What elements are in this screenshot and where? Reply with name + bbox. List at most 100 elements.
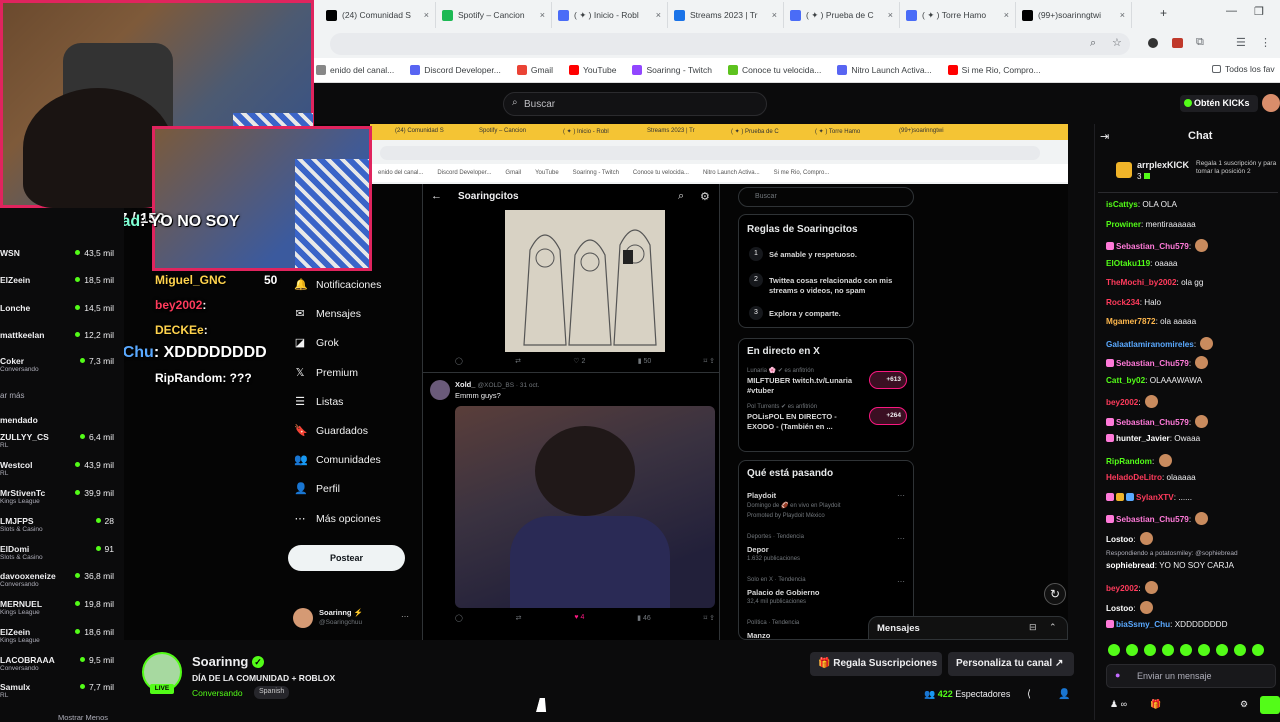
emote-icon[interactable] (1180, 644, 1192, 656)
browser-tab[interactable]: Spotify – Cancion × (436, 2, 552, 28)
chat-message[interactable]: biaSsmy_Chu: XDDDDDDDD (1106, 620, 1227, 629)
pinned-gifter[interactable]: arrplexKICK (1137, 160, 1189, 170)
bookmark-item[interactable]: Discord Developer... (410, 65, 501, 75)
emote-icon[interactable] (1108, 644, 1120, 656)
reply-icon[interactable]: ◯ (455, 357, 463, 365)
channel-row[interactable]: MERNUEL 19,8 mil Kings League (0, 599, 120, 616)
chat-input[interactable]: ● Enviar un mensaje (1106, 664, 1276, 688)
repost-icon[interactable]: ⇄ (516, 614, 522, 622)
browser-tab[interactable]: ( ✦ ) Prueba de C × (784, 2, 900, 28)
browser-tab[interactable]: ( ✦ ) Inicio - Robl × (552, 2, 668, 28)
trend-name[interactable]: Depor (747, 545, 769, 554)
emote-icon[interactable] (1216, 644, 1228, 656)
post-image-drawing[interactable] (505, 210, 665, 352)
chat-message[interactable]: Sebastian_Chu579: (1106, 512, 1209, 525)
chat-username[interactable]: ElOtaku119 (1106, 259, 1150, 268)
chat-message[interactable]: Lostoo: (1106, 600, 1153, 614)
bookmark-item[interactable]: Si me Rio, Compro... (947, 65, 1041, 75)
chat-username[interactable]: RipRandom (1106, 457, 1152, 466)
emote-icon[interactable] (1162, 644, 1174, 656)
chat-username[interactable]: Mgamer7872 (1106, 317, 1156, 326)
new-tab-icon[interactable]: + (1160, 6, 1167, 20)
bookmark-icon[interactable]: ⌑ ⇪ (704, 614, 715, 622)
profile-icon[interactable]: 👤 (1058, 689, 1070, 700)
chat-username[interactable]: bey2002 (1106, 584, 1138, 593)
chat-message[interactable]: HeladoDeLitro: olaaaaa (1106, 473, 1196, 482)
chat-username[interactable]: bey2002 (1106, 398, 1138, 407)
post-avatar[interactable] (430, 380, 450, 400)
chat-message[interactable]: Catt_by02: OLAAAWAWA (1106, 376, 1202, 385)
all-bookmarks[interactable]: Todos los fav (1212, 64, 1275, 74)
channel-row[interactable]: Lonche 14,5 mil (0, 303, 120, 313)
x-nav-x-logo[interactable]: 𝕏 Premium (294, 367, 358, 379)
search-input[interactable]: ⌕ Buscar (503, 92, 767, 116)
live-listener-count[interactable]: +264 (869, 407, 907, 425)
chat-username[interactable]: sophiebread (1106, 561, 1155, 570)
chat-tools[interactable]: ♟ ∞ (1110, 699, 1127, 710)
emote-icon[interactable] (1252, 644, 1264, 656)
bookmark-icon[interactable]: ⌑ ⇪ (704, 357, 715, 365)
address-bar[interactable] (330, 33, 1130, 55)
close-tab-icon[interactable]: × (1004, 10, 1009, 20)
channel-row[interactable]: ZULLYY_CS 6,4 mil RL (0, 432, 120, 449)
messages-drawer[interactable]: Mensajes ⊟ ⌃ (868, 616, 1068, 640)
reply-icon[interactable]: ◯ (455, 614, 463, 622)
channel-row[interactable]: LMJFPS 28 Slots & Casino (0, 516, 120, 533)
close-tab-icon[interactable]: × (772, 10, 777, 20)
channel-row[interactable]: MrStivenTc 39,9 mil Kings League (0, 488, 120, 505)
share-icon[interactable]: ⟨ (1027, 689, 1031, 700)
get-kicks-button[interactable]: Obtén KICKs (1180, 95, 1258, 112)
channel-row[interactable]: ElDomi 91 Slots & Casino (0, 544, 120, 561)
channel-row[interactable]: mattkeelan 12,2 mil (0, 330, 120, 340)
user-avatar[interactable] (1262, 94, 1280, 112)
microphone-icon[interactable]: ● (1115, 670, 1120, 680)
show-more-link[interactable]: ar más (0, 391, 24, 400)
chat-username[interactable]: Prowiner (1106, 220, 1141, 229)
collapse-chat-icon[interactable]: ⇥ (1100, 130, 1109, 143)
show-less-link[interactable]: Mostrar Menos (58, 713, 108, 722)
x-search-input[interactable]: Buscar (738, 187, 914, 207)
refresh-icon[interactable]: ↻ (1044, 583, 1066, 605)
bookmark-item[interactable]: enido del canal... (316, 65, 394, 75)
post-button[interactable]: Postear (288, 545, 405, 571)
chat-message[interactable]: bey2002: (1106, 395, 1158, 408)
emote-icon[interactable] (1126, 644, 1138, 656)
chat-username[interactable]: biaSsmy_Chu (1116, 620, 1170, 629)
chat-username[interactable]: SylanXTV (1136, 493, 1174, 502)
chat-message[interactable]: sophiebread: YO NO SOY CARJA (1106, 561, 1234, 570)
close-tab-icon[interactable]: × (424, 10, 429, 20)
menu-icon[interactable]: ☰ (1236, 36, 1246, 49)
extension-icon[interactable] (1148, 38, 1158, 48)
like-button[interactable]: ♥ 4 (574, 614, 584, 622)
customize-channel-button[interactable]: Personaliza tu canal ↗ (948, 652, 1074, 676)
browser-tab[interactable]: (99+)soarinngtwi × (1016, 2, 1132, 28)
channel-row[interactable]: Samulx 7,7 mil RL (0, 682, 120, 699)
extension-icon[interactable] (1172, 38, 1183, 48)
trend-name[interactable]: Palacio de Gobierno (747, 588, 820, 597)
gift-icon[interactable]: 🎁 (1150, 699, 1161, 710)
live-title[interactable]: MILFTUBER twitch.tv/Lunaria #vtuber (747, 376, 865, 396)
chat-send-button[interactable] (1260, 696, 1280, 714)
x-nav-more-circle[interactable]: ⋯ Más opciones (294, 513, 381, 525)
chat-message[interactable]: Sebastian_Chu579: (1106, 356, 1209, 369)
browser-tab[interactable]: (24) Comunidad S × (320, 2, 436, 28)
chat-username[interactable]: Lostoo (1106, 604, 1133, 613)
chat-message[interactable]: Sebastian_Chu579: (1106, 239, 1209, 252)
chat-message[interactable]: RipRandom: (1106, 453, 1172, 467)
emote-icon[interactable] (1234, 644, 1246, 656)
chat-message[interactable]: TheMochi_by2002: ola gg (1106, 278, 1203, 287)
chat-username[interactable]: Sebastian_Chu579 (1116, 418, 1189, 427)
browser-tab[interactable]: ( ✦ ) Torre Hamo × (900, 2, 1016, 28)
close-tab-icon[interactable]: × (540, 10, 545, 20)
language-tag[interactable]: Spanish (254, 686, 290, 699)
chat-username[interactable]: Catt_by02 (1106, 376, 1145, 385)
x-nav-people[interactable]: 👥 Comunidades (294, 454, 381, 466)
bookmark-item[interactable]: Conoce tu velocida... (727, 65, 821, 75)
x-nav-mail[interactable]: ✉ Mensajes (294, 308, 361, 320)
back-arrow-icon[interactable]: ← (431, 190, 442, 202)
bookmark-item[interactable]: YouTube (569, 65, 616, 75)
x-nav-grok[interactable]: ◪ Grok (294, 337, 339, 349)
more-icon[interactable]: ⋯ (401, 612, 409, 621)
chat-username[interactable]: Sebastian_Chu579 (1116, 242, 1189, 251)
chat-message[interactable]: Galaatlamiranomireles: (1106, 336, 1214, 350)
